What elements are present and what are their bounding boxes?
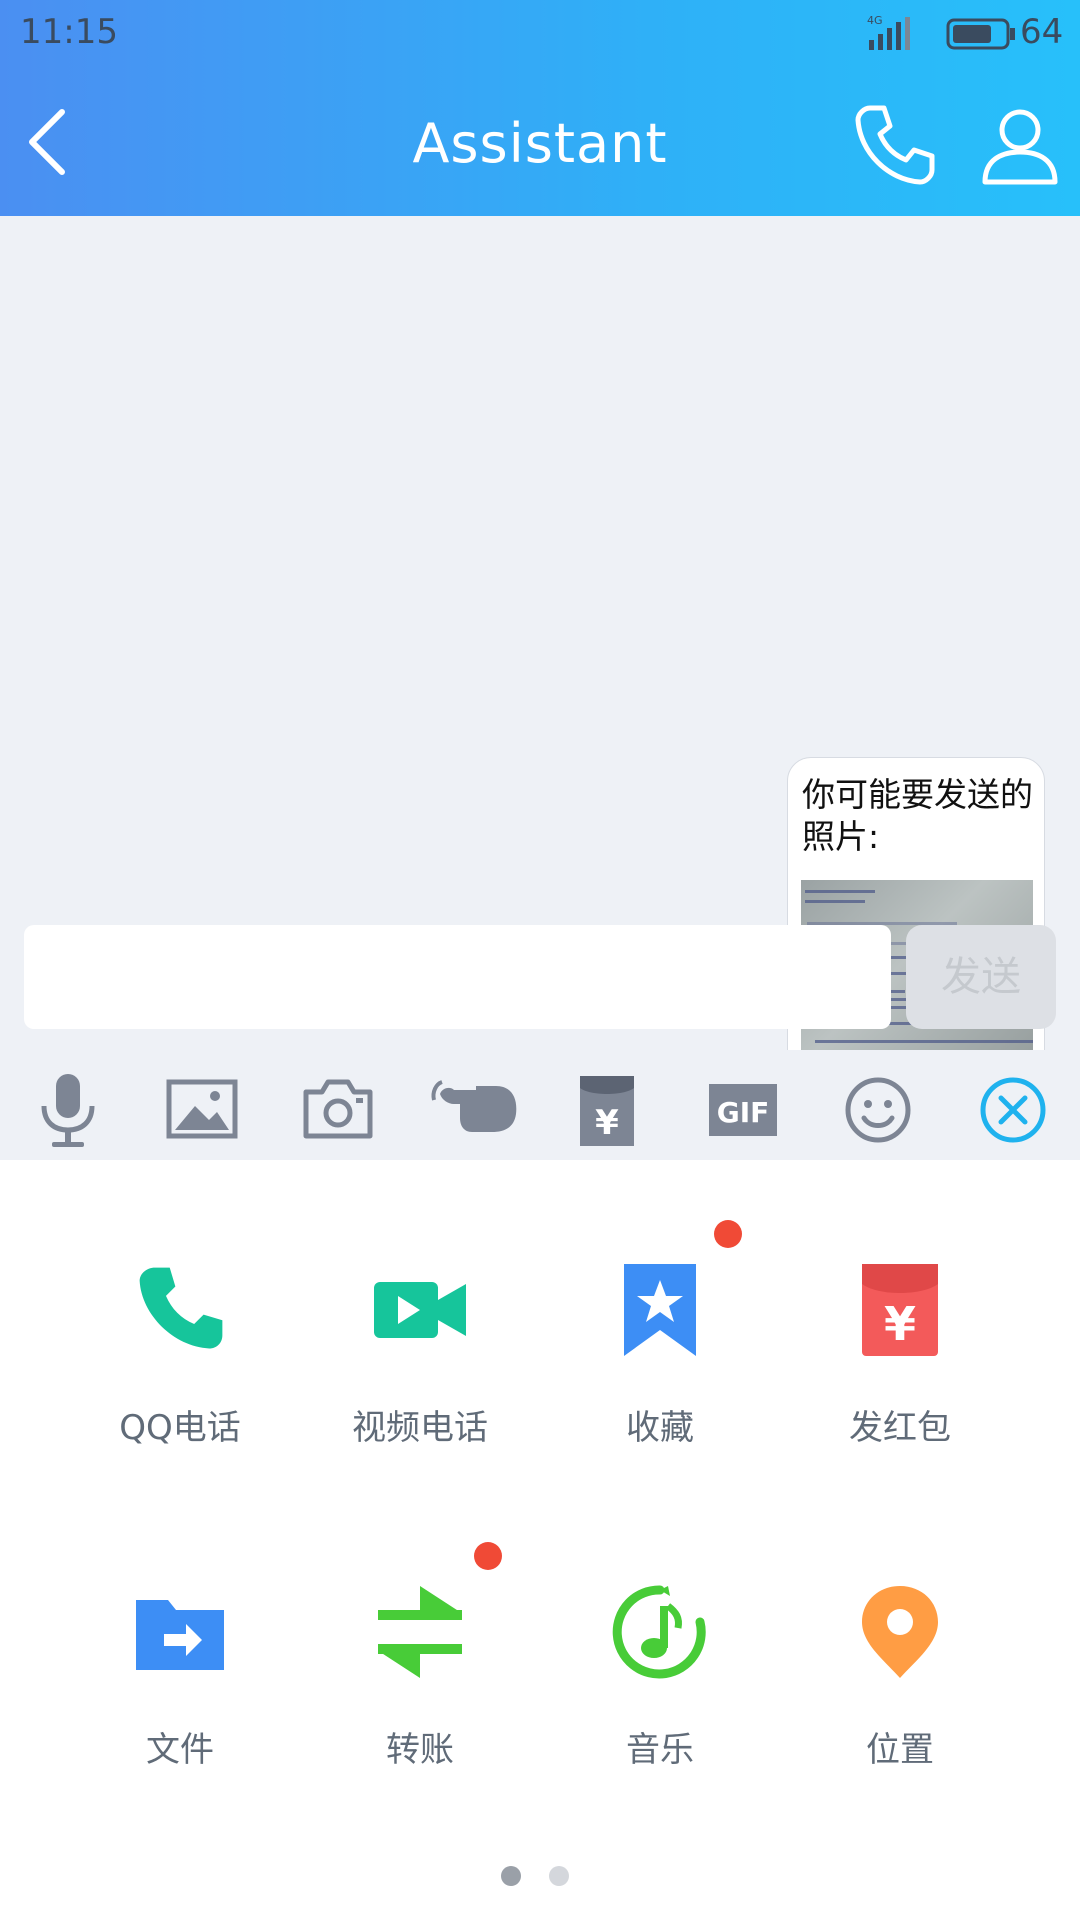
grid-item-label: QQ电话 (119, 1408, 241, 1448)
svg-text:¥: ¥ (884, 1297, 916, 1351)
transfer-badge (474, 1542, 502, 1570)
video-call-icon (374, 1282, 466, 1338)
grid-item-label: 转账 (386, 1730, 454, 1770)
red-packet-icon: ¥ (580, 1076, 634, 1146)
file-item[interactable]: 文件 (80, 1542, 280, 1782)
gif-icon: GIF (709, 1084, 777, 1136)
person-outline-icon (982, 109, 1058, 185)
favorites-item[interactable]: 收藏 (560, 1220, 760, 1460)
send-button[interactable]: 发送 (906, 925, 1056, 1029)
battery-level: 64 (1020, 12, 1064, 52)
music-item[interactable]: 音乐 (560, 1542, 760, 1782)
camera-icon (303, 1079, 373, 1139)
grid-item-label: 视频电话 (352, 1408, 488, 1448)
video-call-item[interactable]: 视频电话 (320, 1220, 520, 1460)
grid-item-label: 发红包 (849, 1408, 951, 1448)
message-input[interactable] (24, 925, 891, 1029)
red-packet-button[interactable]: ¥ (568, 1070, 648, 1150)
transfer-icon (378, 1586, 462, 1678)
poke-hand-icon (431, 1080, 517, 1132)
grid-item-label: 文件 (146, 1730, 214, 1770)
red-envelope-item[interactable]: ¥ 发红包 (800, 1220, 1000, 1460)
feature-panel: QQ电话 视频电话 收藏 ¥ 发红包 文件 转账 音乐 位置 (0, 1160, 1080, 1920)
page-indicator-dot-active (501, 1866, 521, 1886)
image-button[interactable] (163, 1070, 243, 1150)
folder-icon (136, 1600, 224, 1670)
signal-icon: 4G (865, 14, 925, 63)
status-bar: 11:15 4G 64 (0, 0, 1080, 66)
favorite-bookmark-icon (624, 1264, 696, 1356)
emoji-icon (845, 1077, 911, 1143)
grid-item-label: 音乐 (626, 1730, 694, 1770)
microphone-icon (41, 1074, 95, 1147)
transfer-item[interactable]: 转账 (320, 1542, 520, 1782)
voice-button[interactable] (28, 1070, 108, 1150)
message-text: 你可能要发送的照片: (802, 775, 1033, 856)
network-type: 4G (867, 14, 883, 27)
grid-item-label: 收藏 (626, 1408, 694, 1448)
image-icon (166, 1079, 238, 1139)
phone-icon (139, 1267, 223, 1349)
camera-button[interactable] (298, 1070, 378, 1150)
close-icon (980, 1077, 1046, 1143)
poke-button[interactable] (430, 1070, 520, 1150)
emoji-button[interactable] (838, 1070, 918, 1150)
grid-item-label: 位置 (866, 1730, 934, 1770)
phone-outline-icon (855, 105, 935, 185)
music-icon (612, 1585, 706, 1679)
location-item[interactable]: 位置 (800, 1542, 1000, 1782)
close-panel-button[interactable] (973, 1070, 1053, 1150)
red-envelope-icon: ¥ (862, 1264, 938, 1356)
input-toolbar: ¥ GIF (0, 1050, 1080, 1160)
gif-button[interactable]: GIF (703, 1070, 783, 1150)
favorites-badge (714, 1220, 742, 1248)
svg-text:GIF: GIF (717, 1096, 770, 1129)
page-indicator-dot[interactable] (549, 1866, 569, 1886)
profile-button[interactable] (975, 100, 1065, 190)
qq-call-item[interactable]: QQ电话 (80, 1220, 280, 1460)
location-pin-icon (862, 1586, 938, 1678)
app-header: 11:15 4G 64 Assistant (0, 0, 1080, 216)
svg-text:¥: ¥ (595, 1103, 619, 1143)
status-time: 11:15 (20, 12, 118, 52)
call-button[interactable] (850, 100, 940, 190)
battery-icon (946, 16, 1016, 61)
